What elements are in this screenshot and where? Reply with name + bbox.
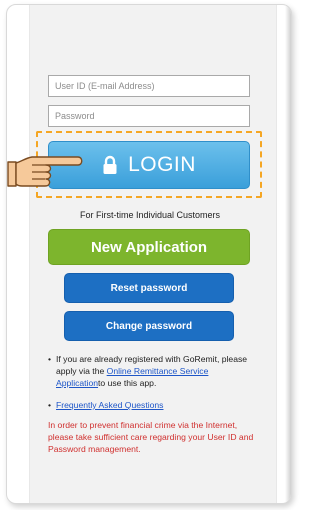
reset-password-button[interactable]: Reset password (64, 273, 234, 303)
login-label: LOGIN (128, 153, 196, 176)
faq-link[interactable]: Frequently Asked Questions (56, 400, 163, 410)
phone-edge-shade (285, 5, 291, 503)
registration-note-suffix: to use this app. (98, 378, 157, 388)
security-warning: In order to prevent financial crime via … (48, 420, 254, 454)
user-id-input[interactable] (48, 75, 250, 97)
password-input[interactable] (48, 105, 250, 127)
bullet: • (48, 354, 52, 364)
registration-note: • If you are already registered with GoR… (48, 353, 258, 389)
lock-icon (103, 155, 117, 174)
bullet: • (48, 400, 52, 410)
first-time-caption: For First-time Individual Customers (79, 210, 221, 220)
change-password-button[interactable]: Change password (64, 311, 234, 341)
faq-item: • Frequently Asked Questions (48, 399, 163, 411)
pointing-hand-icon (7, 156, 83, 187)
new-application-button[interactable]: New Application (48, 229, 250, 265)
